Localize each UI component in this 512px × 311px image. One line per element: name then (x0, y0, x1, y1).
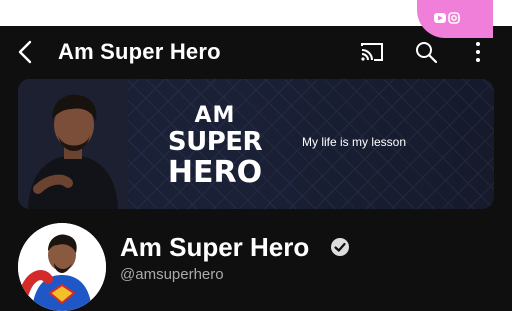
channel-avatar[interactable] (18, 223, 106, 311)
channel-handle: @amsuperhero (120, 266, 224, 283)
avatar-illustration (18, 223, 106, 311)
banner-person-photo (18, 79, 128, 209)
verified-check-icon (331, 238, 349, 256)
channel-banner: AM SUPER HERO My life is my lesson (18, 79, 494, 209)
banner-logo: AM SUPER HERO (152, 97, 278, 190)
cast-icon[interactable] (358, 38, 386, 66)
social-icons (434, 12, 460, 24)
logo-line-1: AM (194, 103, 236, 128)
page-title: Am Super Hero (58, 39, 221, 64)
banner-tagline: My life is my lesson (302, 135, 407, 149)
channel-name: Am Super Hero (120, 232, 310, 262)
logo-line-3: HERO (167, 155, 263, 190)
more-vertical-icon[interactable] (464, 38, 492, 66)
back-arrow-icon[interactable] (12, 38, 40, 66)
search-icon[interactable] (412, 38, 440, 66)
logo-line-2: SUPER (167, 127, 263, 157)
